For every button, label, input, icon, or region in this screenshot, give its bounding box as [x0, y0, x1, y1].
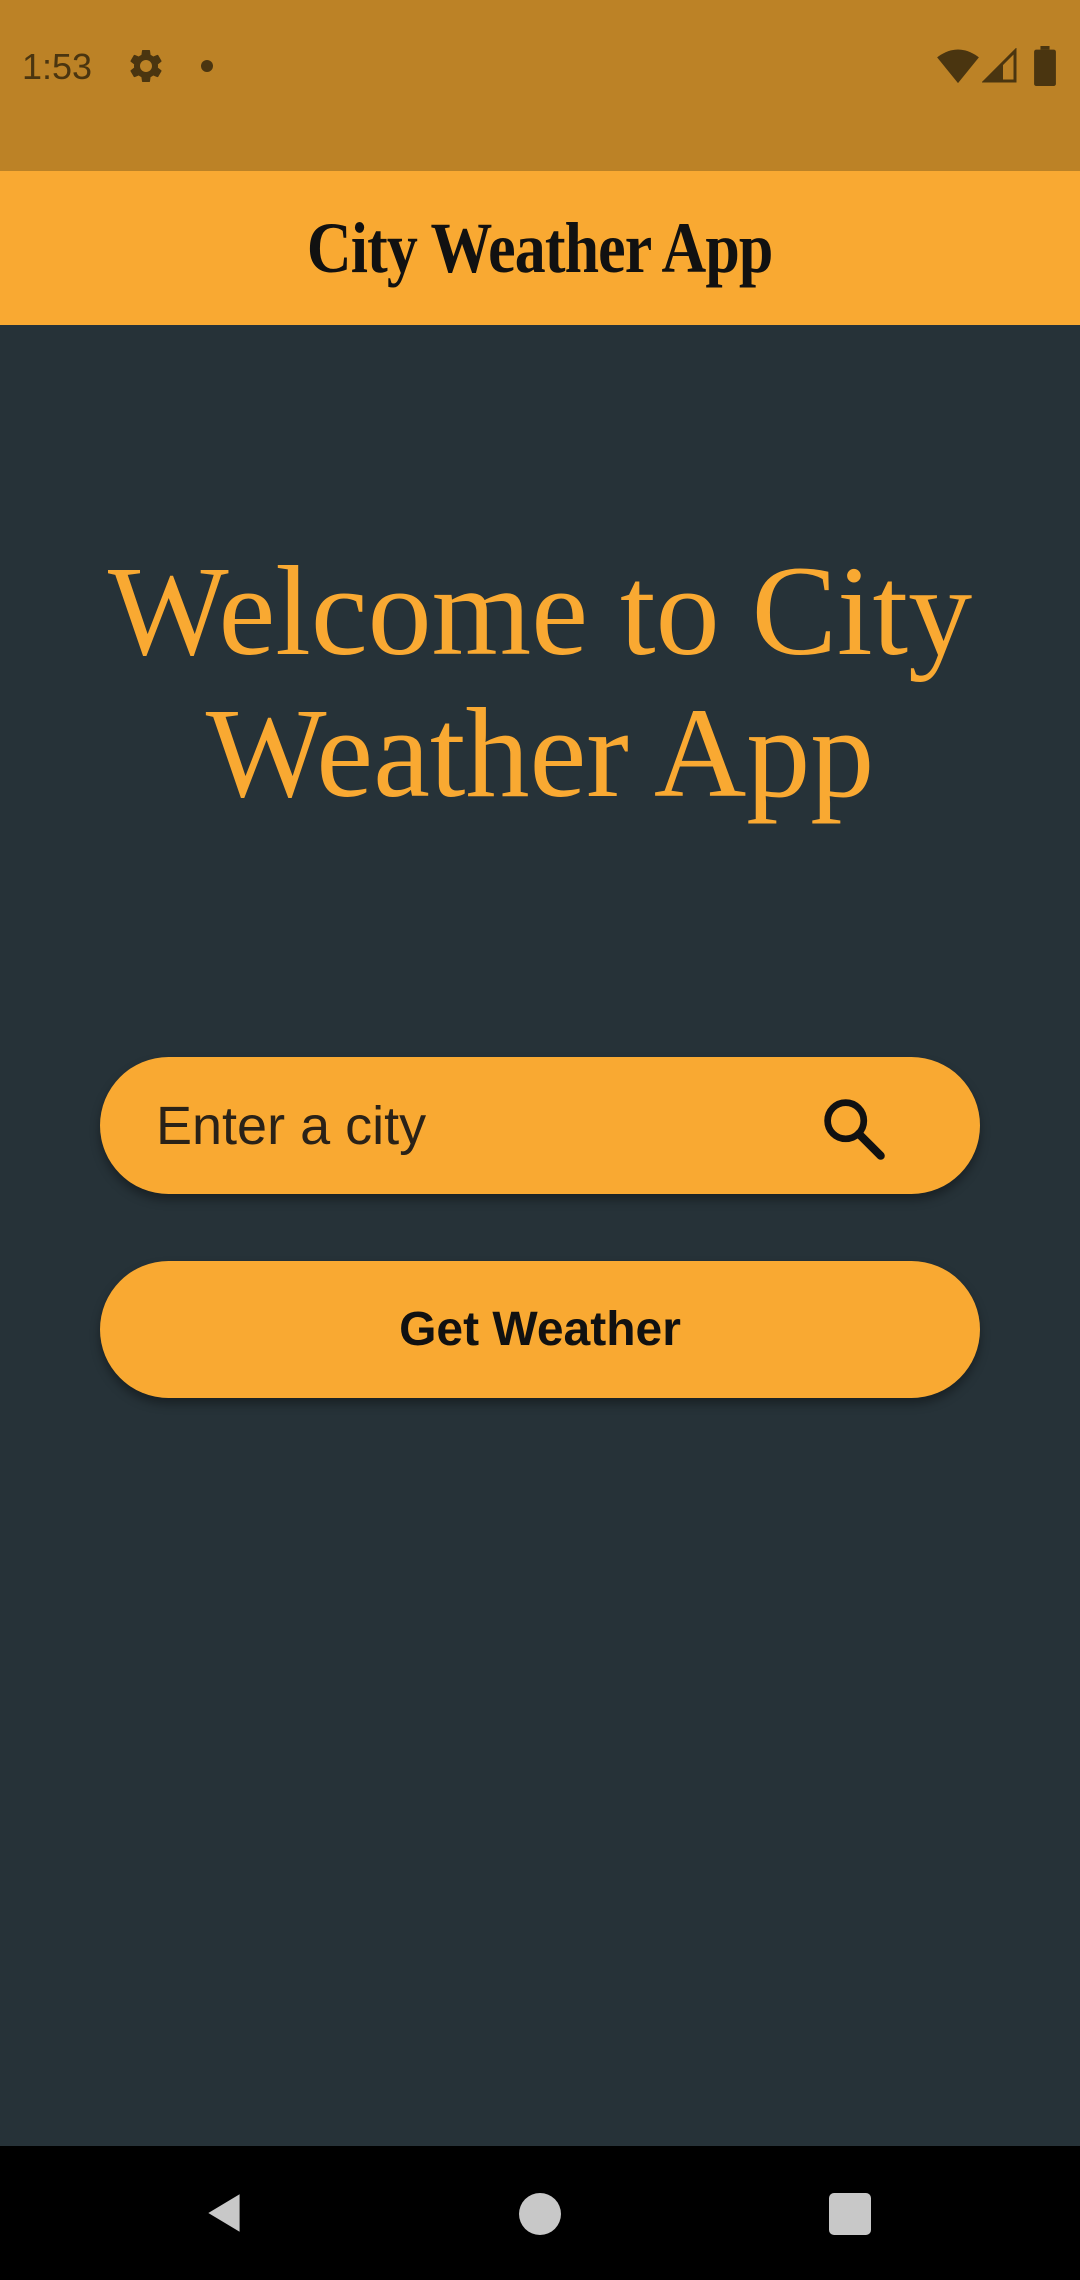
battery-icon [1034, 46, 1056, 86]
welcome-line-1: Welcome to City [107, 540, 973, 682]
app-title: City Weather App [307, 207, 773, 288]
city-search-field[interactable] [100, 1057, 980, 1194]
city-input[interactable] [156, 1057, 856, 1194]
gear-icon [130, 49, 162, 82]
notification-dot-icon [201, 60, 213, 72]
status-bar: 1:53 [0, 0, 1080, 171]
back-icon[interactable] [200, 2188, 250, 2238]
home-icon[interactable] [519, 2193, 561, 2235]
app-bar: City Weather App [0, 171, 1080, 325]
wifi-icon [937, 49, 979, 84]
status-time: 1:53 [22, 46, 93, 87]
phone-screen: 1:53 City Weather App Welcome to City We… [0, 0, 1080, 2280]
welcome-line-2: Weather App [205, 682, 875, 824]
navigation-bar [0, 2146, 1080, 2280]
get-weather-button[interactable]: Get Weather [100, 1261, 980, 1398]
welcome-heading: Welcome to City Weather App [60, 540, 1020, 824]
signal-icon [982, 48, 1017, 83]
recents-icon[interactable] [829, 2193, 871, 2235]
search-icon[interactable] [818, 1093, 888, 1163]
